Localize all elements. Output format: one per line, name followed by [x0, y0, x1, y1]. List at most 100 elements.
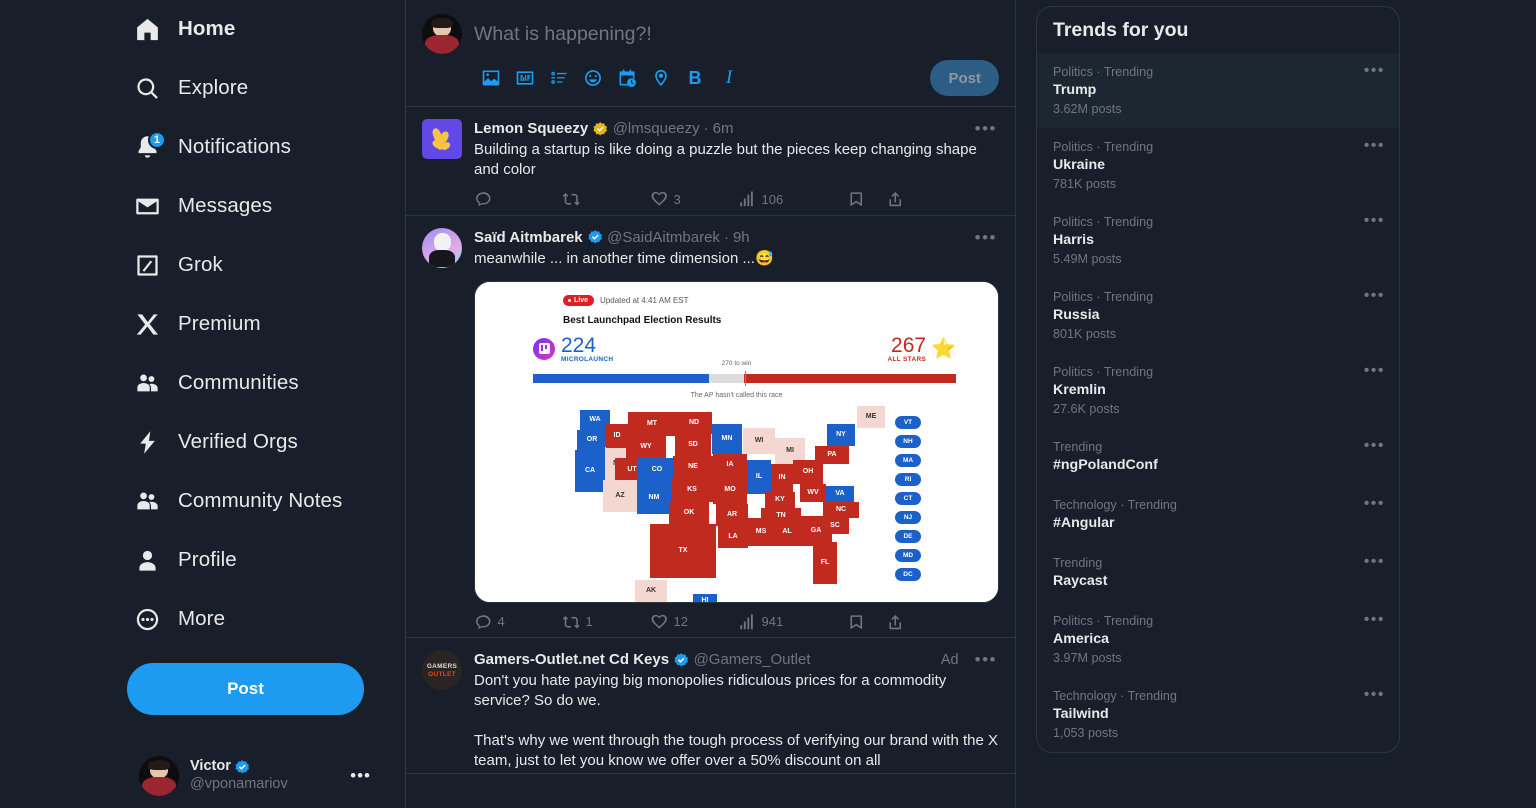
sidebar-item-explore[interactable]: Explore: [127, 59, 270, 118]
like-count: 3: [673, 191, 681, 207]
tweet-author-handle[interactable]: @lmsqueezy: [613, 119, 700, 139]
avatar[interactable]: [422, 119, 462, 159]
tweet-more-menu-icon[interactable]: •••: [973, 120, 999, 137]
share-button[interactable]: [886, 190, 905, 209]
trend-item-harris[interactable]: Politics · Trending Harris 5.49M posts •…: [1037, 203, 1399, 278]
views-button[interactable]: 106: [738, 190, 826, 209]
trend-more-menu-icon[interactable]: •••: [1364, 554, 1385, 570]
sidebar-item-profile[interactable]: Profile: [127, 531, 259, 590]
trend-item-ukraine[interactable]: Politics · Trending Ukraine 781K posts •…: [1037, 128, 1399, 203]
sidebar-item-verified-orgs[interactable]: Verified Orgs: [127, 413, 320, 472]
trend-item-america[interactable]: Politics · Trending America 3.97M posts …: [1037, 602, 1399, 677]
sidebar-item-notifications[interactable]: 1 Notifications: [127, 118, 313, 177]
sidebar-item-more[interactable]: More: [127, 590, 247, 649]
trend-more-menu-icon[interactable]: •••: [1364, 213, 1385, 229]
trend-item-trump[interactable]: Politics · Trending Trump 3.62M posts ••…: [1037, 53, 1399, 128]
trend-item-ngpolandconf[interactable]: Trending #ngPolandConf •••: [1037, 428, 1399, 486]
tweet-text: meanwhile ... in another time dimension …: [474, 249, 774, 267]
sidebar-item-premium[interactable]: Premium: [127, 295, 283, 354]
views-button[interactable]: 941: [738, 613, 826, 632]
trend-more-menu-icon[interactable]: •••: [1364, 612, 1385, 628]
account-switcher[interactable]: Victor @vponamariov •••: [127, 745, 387, 807]
trend-more-menu-icon[interactable]: •••: [1364, 138, 1385, 154]
tweet-actions: 3 106: [474, 190, 904, 213]
bar-segment-undecided: [708, 373, 745, 383]
sidebar-item-label: More: [178, 607, 226, 631]
tweet-author-name[interactable]: Lemon Squeezy: [474, 119, 588, 139]
election-header: Live Updated at 4:41 AM EST Best Launchp…: [475, 282, 998, 326]
bookmark-button[interactable]: [847, 613, 866, 632]
avatar[interactable]: [422, 227, 462, 268]
avatar: [422, 14, 462, 54]
tweet-said-aitmbarek[interactable]: Saïd Aitmbarek @SaidAitmbarek · 9h ••• m…: [406, 216, 1015, 638]
sidebar-item-home[interactable]: Home: [127, 0, 257, 59]
trend-more-menu-icon[interactable]: •••: [1364, 363, 1385, 379]
bookmark-button[interactable]: [847, 190, 866, 209]
trend-item-kremlin[interactable]: Politics · Trending Kremlin 27.6K posts …: [1037, 353, 1399, 428]
trend-item-tailwind[interactable]: Technology · Trending Tailwind 1,053 pos…: [1037, 677, 1399, 752]
italic-icon[interactable]: I: [712, 61, 746, 95]
repost-button[interactable]: [562, 190, 650, 209]
compose-post-button[interactable]: Post: [930, 60, 999, 96]
trend-item-russia[interactable]: Politics · Trending Russia 801K posts ••…: [1037, 278, 1399, 353]
bar-segment-red: [744, 373, 956, 383]
gamers-logo-line2: OUTLET: [428, 670, 456, 678]
sidebar-item-messages[interactable]: Messages: [127, 177, 294, 236]
media-image-icon[interactable]: [474, 61, 508, 95]
tweet-timestamp[interactable]: 6m: [713, 119, 734, 139]
sidebar-post-button[interactable]: Post: [127, 663, 364, 715]
schedule-icon[interactable]: [610, 61, 644, 95]
election-left-score: 224: [561, 333, 597, 357]
gif-icon[interactable]: [508, 61, 542, 95]
emoji-icon[interactable]: [576, 61, 610, 95]
lightning-bolt-icon: [133, 429, 161, 457]
ad-label: Ad: [940, 652, 959, 668]
avatar: [139, 756, 179, 796]
sidebar-item-label: Communities: [178, 371, 299, 395]
trend-category: Trending: [1053, 556, 1103, 570]
tweet-lemon-squeezy[interactable]: Lemon Squeezy @lmsqueezy · 6m ••• Buildi…: [406, 107, 1015, 216]
bold-icon[interactable]: B: [678, 61, 712, 95]
trend-name: Tailwind: [1053, 706, 1109, 722]
trend-post-count: 3.62M posts: [1053, 102, 1122, 116]
envelope-icon: [133, 193, 161, 221]
sidebar-item-communities[interactable]: Communities: [127, 354, 321, 413]
poll-icon[interactable]: [542, 61, 576, 95]
trend-more-menu-icon[interactable]: •••: [1364, 496, 1385, 512]
trend-item-angular[interactable]: Technology · Trending #Angular •••: [1037, 486, 1399, 544]
share-button[interactable]: [886, 613, 905, 632]
trend-more-menu-icon[interactable]: •••: [1364, 63, 1385, 79]
tweet-timestamp[interactable]: 9h: [733, 228, 750, 248]
trend-post-count: 27.6K posts: [1053, 402, 1120, 416]
reply-button[interactable]: 4: [474, 613, 562, 632]
trend-post-count: 801K posts: [1053, 327, 1117, 341]
like-button[interactable]: 3: [650, 190, 738, 209]
trend-more-menu-icon[interactable]: •••: [1364, 288, 1385, 304]
reply-button[interactable]: [474, 190, 562, 209]
avatar[interactable]: GAMERS OUTLET: [422, 650, 462, 690]
like-button[interactable]: 12: [650, 613, 738, 632]
tweet-author-handle[interactable]: @SaidAitmbarek: [607, 228, 720, 248]
account-menu-icon[interactable]: •••: [350, 766, 375, 786]
tweet-more-menu-icon[interactable]: •••: [973, 229, 999, 246]
trend-category: Politics · Trending: [1053, 365, 1154, 379]
trend-more-menu-icon[interactable]: •••: [1364, 438, 1385, 454]
sidebar-item-community-notes[interactable]: Community Notes: [127, 472, 364, 531]
tweet-body: Gamers-Outlet.net Cd Keys @Gamers_Outlet…: [474, 650, 999, 773]
separator-dot: ·: [703, 120, 709, 137]
location-icon[interactable]: [644, 61, 678, 95]
sidebar-item-grok[interactable]: Grok: [127, 236, 245, 295]
tweet-author-name[interactable]: Gamers-Outlet.net Cd Keys: [474, 650, 669, 670]
tweet-body: Lemon Squeezy @lmsqueezy · 6m ••• Buildi…: [474, 119, 999, 215]
repost-button[interactable]: 1: [562, 613, 650, 632]
trend-more-menu-icon[interactable]: •••: [1364, 687, 1385, 703]
compose-top-row: What is happening?!: [422, 4, 999, 54]
election-right-party-name: ALL STARS: [887, 355, 927, 363]
tweet-gamers-outlet-ad[interactable]: GAMERS OUTLET Gamers-Outlet.net Cd Keys …: [406, 638, 1015, 774]
tweet-media-election-results[interactable]: Live Updated at 4:41 AM EST Best Launchp…: [474, 280, 999, 603]
compose-input[interactable]: What is happening?!: [474, 14, 999, 54]
tweet-author-name[interactable]: Saïd Aitmbarek: [474, 228, 583, 248]
tweet-more-menu-icon[interactable]: •••: [973, 651, 999, 668]
trend-item-raycast[interactable]: Trending Raycast •••: [1037, 544, 1399, 602]
tweet-author-handle[interactable]: @Gamers_Outlet: [694, 650, 811, 670]
